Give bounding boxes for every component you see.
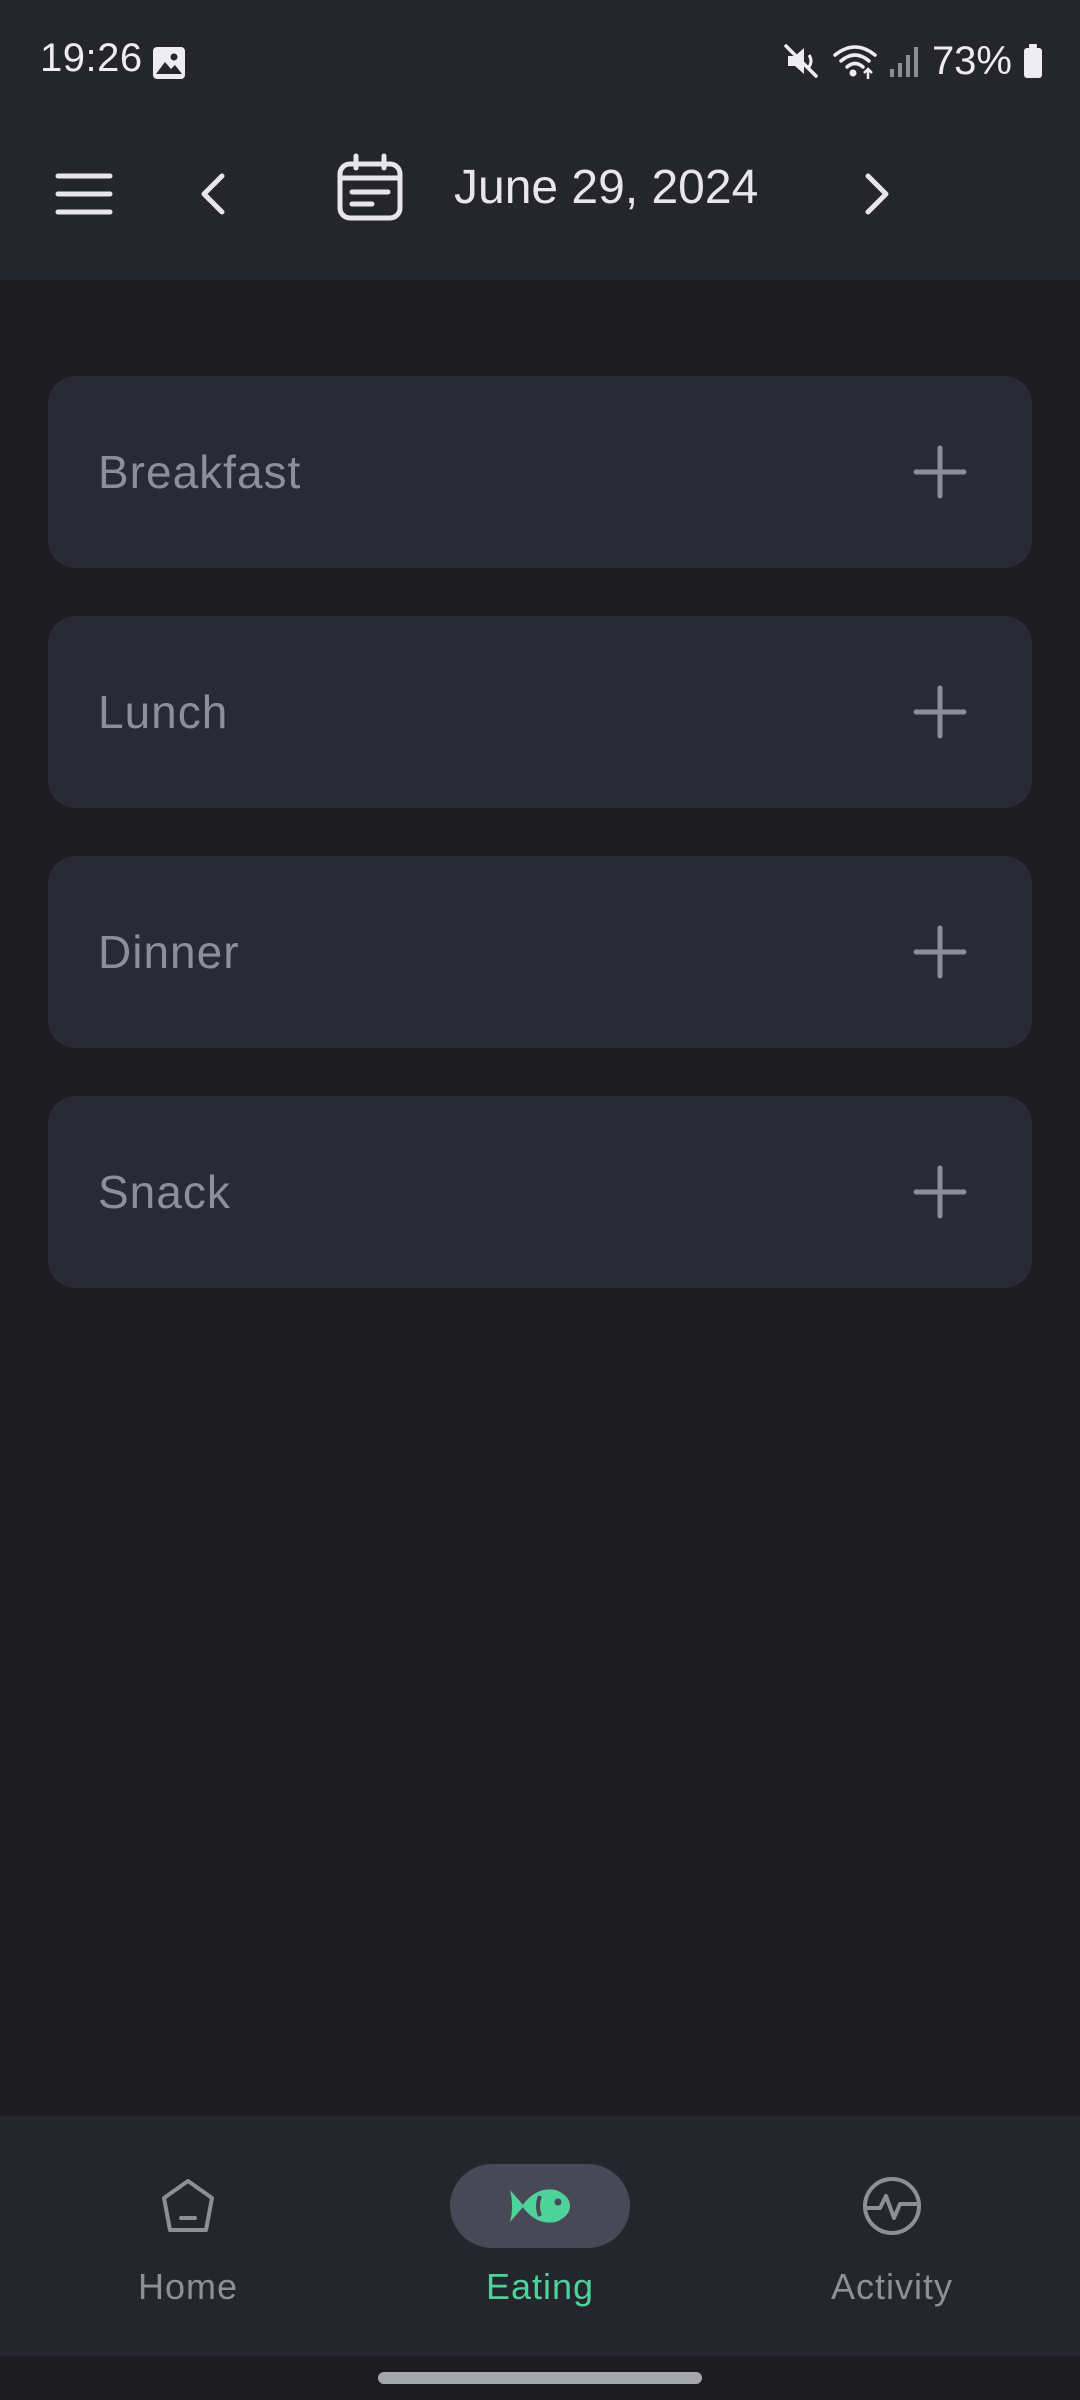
chevron-left-icon[interactable]	[182, 162, 246, 226]
status-time: 19:26	[40, 36, 143, 80]
bottom-nav: Home Eating Activity	[0, 2116, 1080, 2356]
meal-card-lunch[interactable]: Lunch	[48, 616, 1032, 808]
activity-icon	[863, 2177, 921, 2235]
nav-label: Home	[137, 2266, 239, 2307]
nav-label: Eating	[485, 2266, 595, 2307]
nav-icon-wrap	[802, 2164, 982, 2248]
nav-icon-wrap	[450, 2164, 630, 2248]
meal-label: Lunch	[98, 686, 229, 738]
meal-card-snack[interactable]: Snack	[48, 1096, 1032, 1288]
screen: 19:26 73% June 29, 2024 Breakfast Lunch …	[0, 0, 1080, 2400]
mute-icon	[784, 44, 818, 78]
nav-label: Activity	[830, 2266, 953, 2307]
add-icon[interactable]	[910, 442, 970, 502]
home-icon	[162, 2179, 214, 2232]
meal-label: Dinner	[98, 926, 240, 978]
signal-icon	[889, 47, 918, 77]
meal-card-dinner[interactable]: Dinner	[48, 856, 1032, 1048]
calendar-icon[interactable]	[334, 152, 406, 224]
menu-icon[interactable]	[52, 162, 116, 226]
add-icon[interactable]	[910, 1162, 970, 1222]
battery-percent: 73%	[931, 38, 1012, 83]
status-bar: 19:26 73%	[0, 0, 1080, 124]
date-label[interactable]: June 29, 2024	[454, 156, 758, 220]
battery-icon	[1024, 44, 1042, 78]
meal-label: Breakfast	[98, 446, 302, 498]
gallery-icon	[153, 47, 185, 79]
nav-item-home[interactable]: Home	[68, 2164, 308, 2334]
nav-item-eating[interactable]: Eating	[420, 2164, 660, 2334]
chevron-right-icon[interactable]	[844, 162, 908, 226]
wifi-icon	[833, 45, 877, 79]
fish-icon	[510, 2189, 570, 2223]
add-icon[interactable]	[910, 682, 970, 742]
meal-card-breakfast[interactable]: Breakfast	[48, 376, 1032, 568]
add-icon[interactable]	[910, 922, 970, 982]
meal-list: Breakfast Lunch Dinner Snack	[48, 376, 1032, 1336]
home-indicator[interactable]	[378, 2372, 702, 2384]
meal-label: Snack	[98, 1166, 231, 1218]
nav-item-activity[interactable]: Activity	[772, 2164, 1012, 2334]
status-right: 73%	[782, 36, 1044, 86]
nav-icon-wrap	[98, 2164, 278, 2248]
app-bar: June 29, 2024	[0, 124, 1080, 280]
